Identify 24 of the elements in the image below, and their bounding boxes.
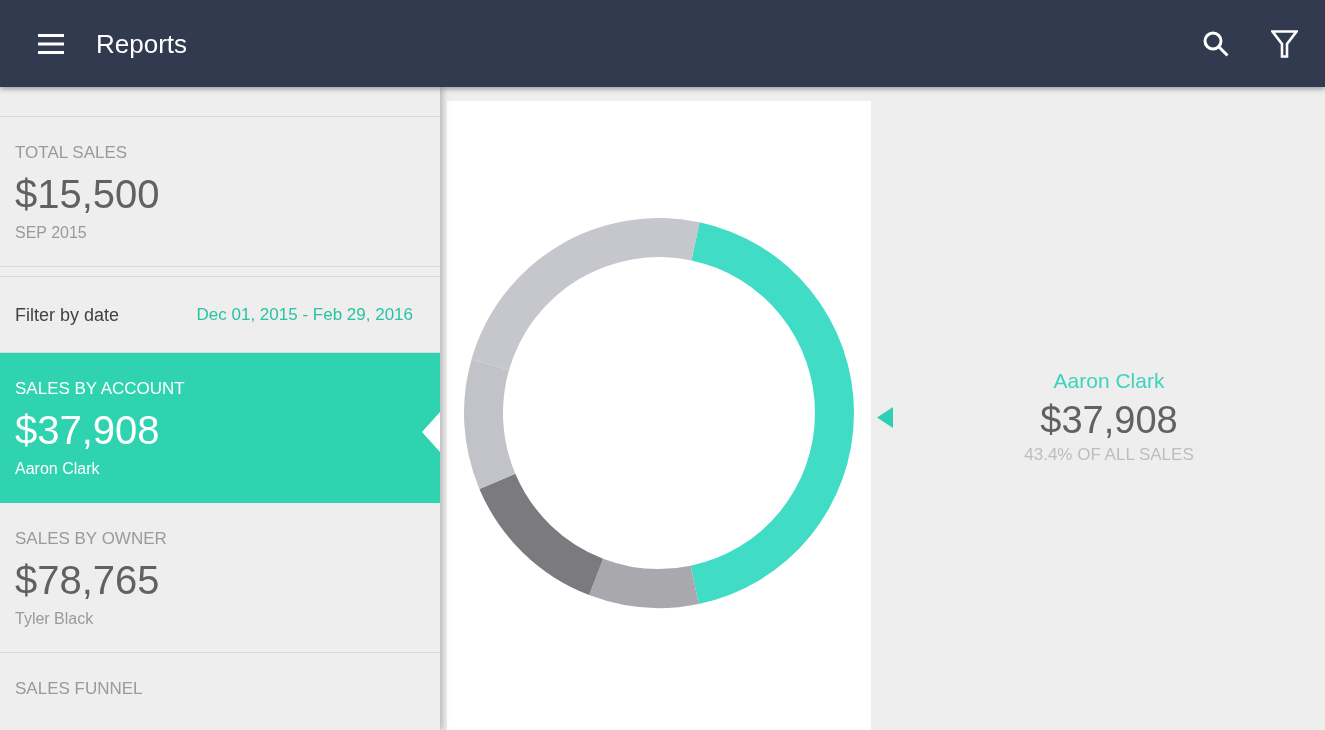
card-label: SALES BY ACCOUNT	[15, 377, 185, 400]
detail-name: Aaron Clark	[1053, 368, 1165, 394]
card-value: $15,500	[15, 170, 160, 218]
report-card[interactable]: SALES BY OWNER $78,765 Tyler Black	[0, 503, 440, 653]
app-title: Reports	[96, 28, 188, 59]
pointer-triangle-icon	[877, 406, 893, 428]
report-card[interactable]: SALES FUNNEL	[0, 653, 440, 730]
filter-icon[interactable]	[1271, 29, 1298, 58]
card-caption: Aaron Clark	[15, 458, 100, 478]
report-card[interactable]: TOTAL SALES $15,500 SEP 2015	[0, 117, 440, 267]
card-label: SALES FUNNEL	[15, 677, 143, 700]
menu-icon[interactable]	[38, 33, 64, 54]
card-caption: Tyler Black	[15, 608, 94, 628]
report-card[interactable]: SALES BY ACCOUNT $37,908 Aaron Clark	[0, 353, 440, 503]
filter-label: Filter by date	[15, 303, 120, 326]
card-label: TOTAL SALES	[15, 141, 128, 164]
card-label: SALES BY OWNER	[15, 527, 167, 550]
detail-amount: $37,908	[1040, 398, 1178, 442]
search-icon[interactable]	[1203, 30, 1229, 57]
card-value: $78,765	[15, 556, 160, 604]
date-range-link[interactable]: Dec 01, 2015 - Feb 29, 2016	[196, 303, 425, 326]
pointer-notch-icon	[422, 412, 440, 452]
card-value: $37,908	[15, 406, 160, 454]
card-caption: SEP 2015	[15, 222, 87, 242]
